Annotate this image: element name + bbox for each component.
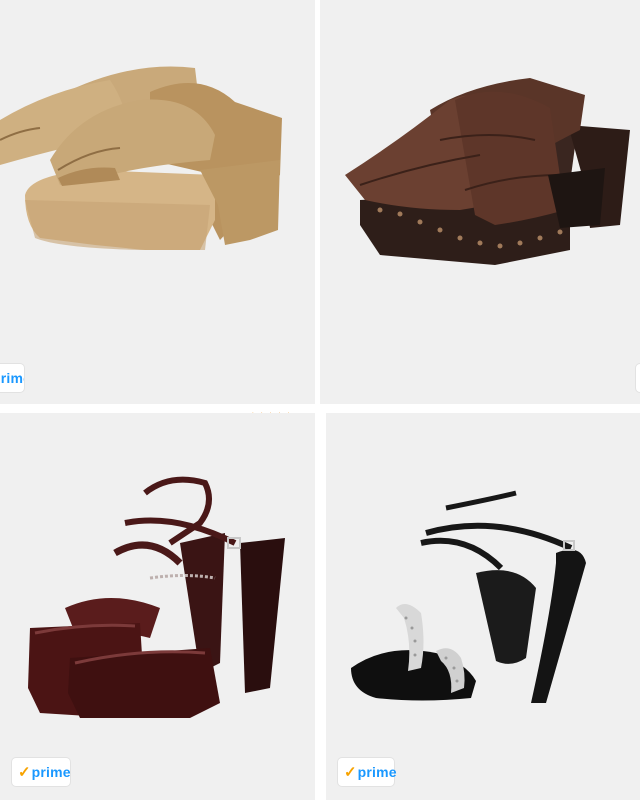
product-image-tan-platform-slide[interactable] xyxy=(0,0,315,404)
product-card-1[interactable]: prime xyxy=(0,0,315,404)
product-image-brown-suede-mule[interactable] xyxy=(320,0,640,404)
prime-badge-label: prime xyxy=(357,764,397,780)
prime-badge: ✓ prime xyxy=(338,758,397,786)
prime-badge-label: prime xyxy=(31,764,71,780)
product-image-black-crystal-sandal[interactable] xyxy=(326,413,640,800)
product-card-3[interactable]: ✓ prime xyxy=(0,413,315,800)
product-card-4[interactable]: ✓ prime xyxy=(326,413,640,800)
prime-badge: prime xyxy=(0,364,24,392)
prime-check-icon: ✓ xyxy=(344,764,357,781)
product-image-burgundy-platform-sandal[interactable] xyxy=(0,413,315,800)
prime-badge: ✓ prime xyxy=(636,364,640,392)
prime-check-icon: ✓ xyxy=(18,764,31,781)
prime-badge: ✓ prime xyxy=(12,758,71,786)
prime-badge-label: prime xyxy=(0,370,24,386)
product-card-2[interactable]: ✓ prime xyxy=(320,0,640,404)
